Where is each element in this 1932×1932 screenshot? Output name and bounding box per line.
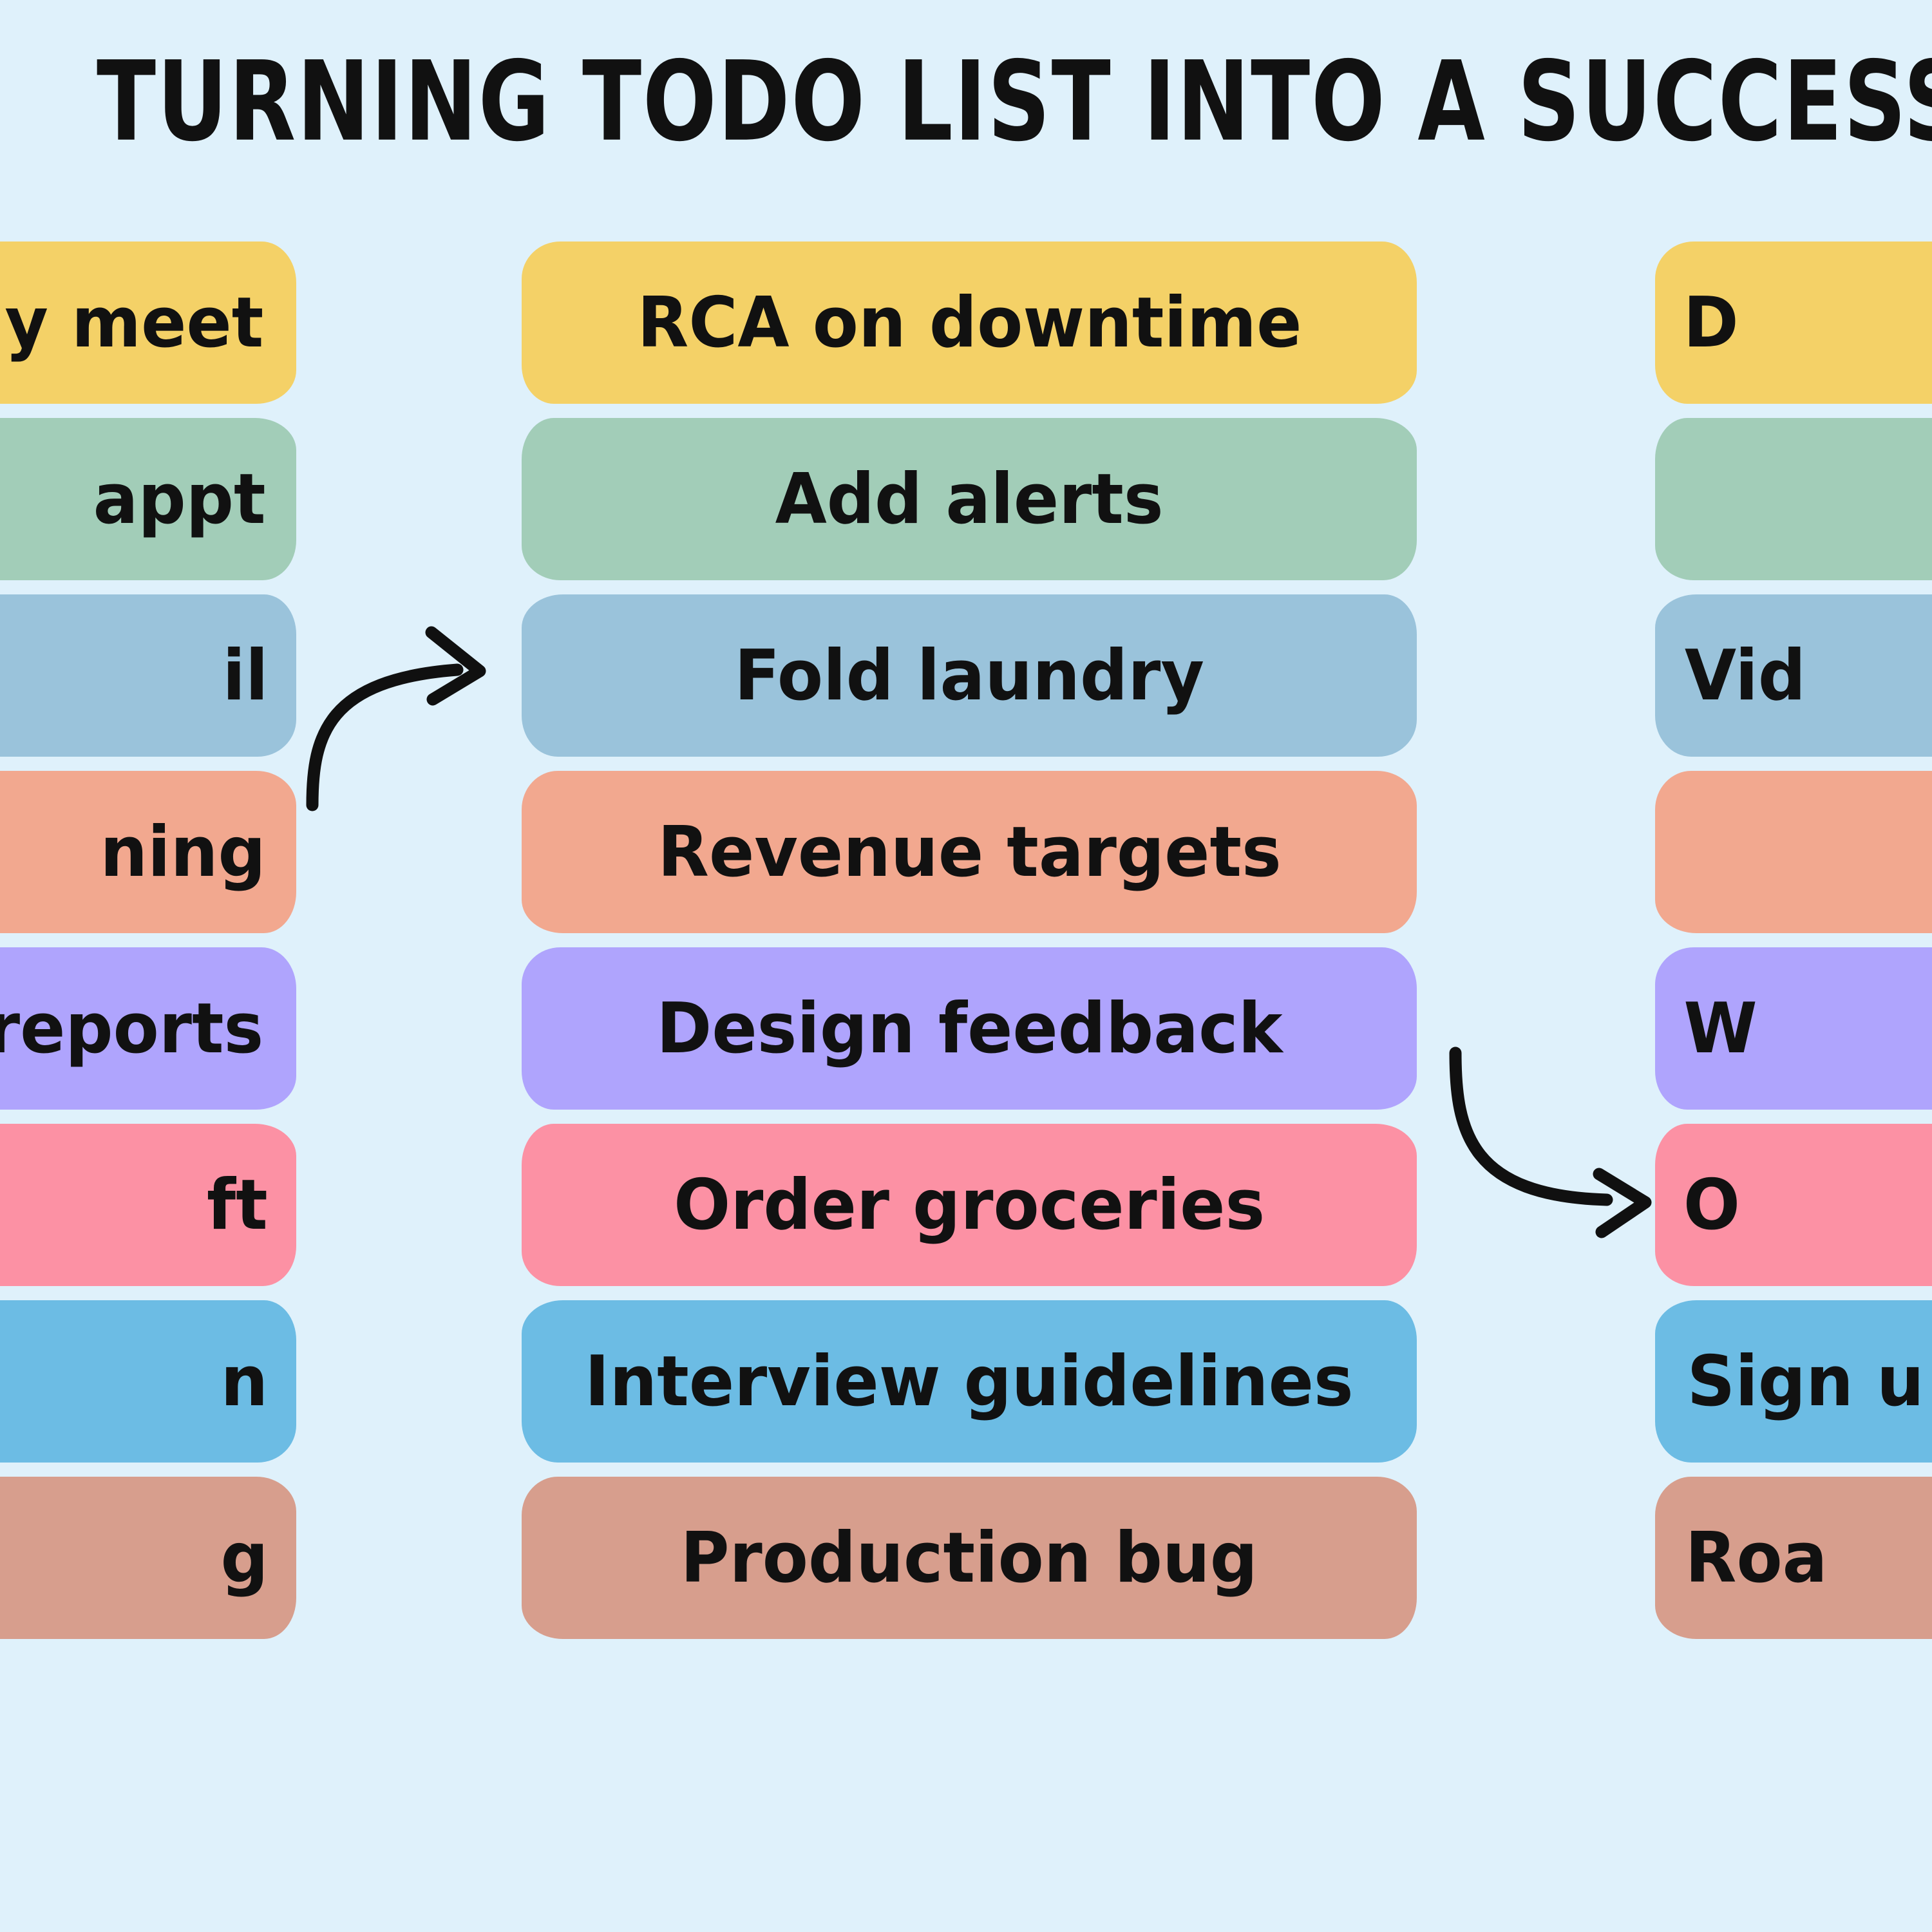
task-pill-label: Order groceries (673, 1164, 1265, 1245)
task-pill-label: O (1683, 1164, 1740, 1245)
task-pill[interactable]: reports (0, 947, 296, 1110)
arrow-left-to-center-icon (306, 626, 486, 811)
task-pill-label: Sign u (1687, 1341, 1924, 1422)
task-pill[interactable]: D (1655, 242, 1932, 404)
task-pill-label: g (220, 1517, 269, 1598)
task-pill[interactable]: W (1655, 947, 1932, 1110)
todo-list-column-left: y meet appt il ning reports ft n g (0, 242, 296, 1639)
task-pill-label: appt (93, 459, 266, 540)
task-pill-label: Production bug (680, 1517, 1258, 1598)
page-title: TURNING TODO LIST INTO A SUCCESS LIST (97, 38, 1932, 166)
task-pill[interactable]: g (0, 1477, 296, 1639)
task-pill-label: D (1683, 282, 1739, 363)
task-pill-label: RCA on downtime (637, 282, 1302, 363)
task-pill-label: Revenue targets (657, 811, 1282, 893)
task-pill[interactable]: il (0, 594, 296, 757)
task-pill[interactable]: RCA on downtime (522, 242, 1417, 404)
task-pill-label: ft (207, 1164, 269, 1245)
task-pill-label: Interview guidelines (585, 1341, 1354, 1422)
task-pill-label: Add alerts (775, 459, 1164, 540)
task-pill[interactable]: Fold laundry (522, 594, 1417, 757)
task-pill-label: W (1683, 988, 1757, 1069)
task-pill[interactable]: Production bug (522, 1477, 1417, 1639)
task-pill[interactable]: Add alerts (522, 418, 1417, 580)
task-pill[interactable]: y meet (0, 242, 296, 404)
task-pill-label: Roa (1685, 1517, 1828, 1598)
task-pill[interactable]: Sign u (1655, 1300, 1932, 1463)
task-pill-label: il (222, 635, 269, 716)
task-pill-label: y meet (5, 282, 264, 363)
task-pill[interactable]: ning (0, 771, 296, 933)
task-pill[interactable]: Design feedback (522, 947, 1417, 1110)
task-pill[interactable]: appt (0, 418, 296, 580)
task-pill-label: reports (0, 988, 264, 1069)
task-pill[interactable]: n (0, 1300, 296, 1463)
task-pill[interactable] (1655, 418, 1932, 580)
task-pill-label: ning (100, 811, 266, 893)
task-pill[interactable]: Vid (1655, 594, 1932, 757)
task-pill-label: Vid (1684, 635, 1806, 716)
todo-list-column-right: D Vid W O Sign u Roa (1655, 242, 1932, 1639)
poster-canvas: TURNING TODO LIST INTO A SUCCESS LIST y … (0, 0, 1932, 1932)
task-pill[interactable]: O (1655, 1124, 1932, 1286)
task-pill[interactable]: Interview guidelines (522, 1300, 1417, 1463)
todo-list-column-center: RCA on downtime Add alerts Fold laundry Rev… (522, 242, 1417, 1639)
task-pill[interactable]: Order groceries (522, 1124, 1417, 1286)
task-pill[interactable] (1655, 771, 1932, 933)
task-pill[interactable]: ft (0, 1124, 296, 1286)
task-pill[interactable]: Revenue targets (522, 771, 1417, 933)
task-pill-label: n (220, 1341, 269, 1422)
task-pill-label: Design feedback (656, 988, 1283, 1069)
task-pill[interactable]: Roa (1655, 1477, 1932, 1639)
task-pill-label: Fold laundry (734, 635, 1204, 716)
